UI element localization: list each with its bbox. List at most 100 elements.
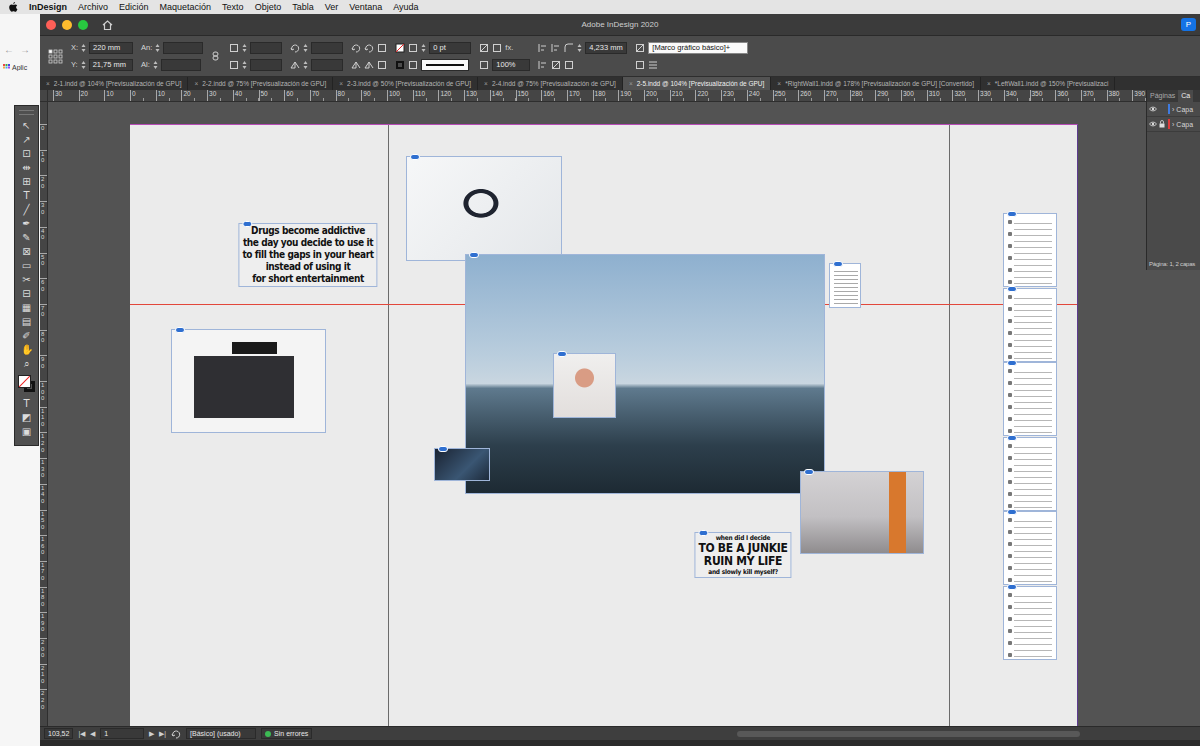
headphones-photo[interactable] <box>406 156 562 261</box>
screenshot-photo[interactable] <box>1003 288 1057 362</box>
rotate-field[interactable] <box>311 42 343 54</box>
tool-button[interactable]: ⊞ <box>18 175 36 189</box>
menu-item[interactable]: Objeto <box>255 2 282 12</box>
menu-item[interactable]: Ventana <box>349 2 382 12</box>
tool-button[interactable]: ↖ <box>18 119 36 133</box>
stroke-icon[interactable] <box>395 60 405 70</box>
expand-toggle[interactable]: › <box>1172 106 1174 113</box>
sea-photo[interactable] <box>465 254 825 494</box>
zoom-button[interactable] <box>78 20 88 30</box>
select-container-icon[interactable] <box>377 60 387 70</box>
align-right-icon[interactable] <box>538 60 548 70</box>
close-button[interactable] <box>46 20 56 30</box>
page-field[interactable]: 1 <box>100 728 144 739</box>
spinner-icon[interactable] <box>81 60 86 70</box>
open-page-icon[interactable] <box>171 729 181 739</box>
document-tab[interactable]: ×*RightWall1.indd @ 178% [Previsualizaci… <box>771 77 981 90</box>
tool-button[interactable]: ▤ <box>18 315 36 329</box>
tool-button[interactable]: ▣ <box>18 425 36 439</box>
close-tab-button[interactable]: × <box>987 77 991 90</box>
spinner-icon[interactable] <box>303 43 308 53</box>
panel-grip[interactable] <box>19 110 34 115</box>
close-tab-button[interactable]: × <box>46 77 50 90</box>
zoom-field[interactable]: 103,52 <box>44 728 73 739</box>
menu-item[interactable]: Maquetación <box>160 2 212 12</box>
x-field[interactable]: 220 mm <box>89 42 133 54</box>
center-icon[interactable] <box>564 60 574 70</box>
effects-icon[interactable] <box>492 43 502 53</box>
spinner-icon[interactable] <box>153 60 158 70</box>
room-photo[interactable] <box>800 471 924 554</box>
horizontal-ruler[interactable]: 3020100102030405060708090100110120130140… <box>40 90 1200 102</box>
menu-item[interactable]: Archivo <box>78 2 108 12</box>
tool-button[interactable]: ↗ <box>18 133 36 147</box>
layer-row[interactable]: ›Capa <box>1147 117 1200 132</box>
close-tab-button[interactable]: × <box>777 77 781 90</box>
y-field[interactable]: 21,75 mm <box>89 59 133 71</box>
document-tab[interactable]: ×2-4.indd @ 75% [Previsualización de GPU… <box>478 77 623 90</box>
page-spread[interactable]: Drugs become addictivethe day you decide… <box>130 124 1078 726</box>
opacity-icon[interactable] <box>479 60 489 70</box>
scale-y-icon[interactable] <box>229 60 239 70</box>
tool-button[interactable]: ⇹ <box>18 161 36 175</box>
menu-item[interactable]: Edición <box>119 2 149 12</box>
panel-tab[interactable]: Ca <box>1178 90 1193 102</box>
document-tab[interactable]: ×2-2.indd @ 75% [Previsualización de GPU… <box>188 77 333 90</box>
next-page-button[interactable]: ▶ <box>149 730 154 738</box>
layer-row[interactable]: ›Capa <box>1147 102 1200 117</box>
horizontal-scrollbar[interactable] <box>737 731 1080 737</box>
flip-h-icon[interactable] <box>351 60 361 70</box>
tool-button[interactable]: ▦ <box>18 301 36 315</box>
scale-y-field[interactable] <box>250 59 282 71</box>
height-field[interactable] <box>161 59 201 71</box>
ruler-origin[interactable] <box>40 90 48 102</box>
close-tab-button[interactable]: × <box>629 77 633 90</box>
eye-icon[interactable] <box>1149 106 1157 112</box>
spinner-icon[interactable] <box>81 43 86 53</box>
shear-icon[interactable] <box>290 60 300 70</box>
align-center-icon[interactable] <box>551 43 561 53</box>
tool-button[interactable]: ✒ <box>18 217 36 231</box>
tool-button[interactable]: T <box>18 397 36 411</box>
reference-point-icon[interactable] <box>48 49 63 64</box>
bookmark[interactable]: Aplic <box>0 64 40 71</box>
back-button[interactable]: ← <box>4 44 14 56</box>
document-tab[interactable]: ×2-1.indd @ 104% [Previsualización de GP… <box>40 77 188 90</box>
screenshot-photo[interactable] <box>1003 213 1057 287</box>
tool-button[interactable]: ◩ <box>18 411 36 425</box>
tool-button[interactable]: T <box>18 189 36 203</box>
close-tab-button[interactable]: × <box>339 77 343 90</box>
vertical-ruler[interactable]: 0102030405060708090100110120130140150160… <box>40 102 48 726</box>
tool-button[interactable]: ⊟ <box>18 287 36 301</box>
close-tab-button[interactable]: × <box>194 77 198 90</box>
screenshot-photo[interactable] <box>1003 437 1057 511</box>
lock-toggle[interactable] <box>1159 120 1166 128</box>
tool-button[interactable]: ⌕ <box>18 357 36 371</box>
spinner-icon[interactable] <box>242 43 247 53</box>
spinner-icon[interactable] <box>155 43 160 53</box>
type-path-icon[interactable] <box>377 43 387 53</box>
fill-icon[interactable] <box>395 43 405 53</box>
apple-icon[interactable] <box>9 2 18 13</box>
first-page-button[interactable]: |◀ <box>78 730 85 738</box>
tool-button[interactable]: ⊡ <box>18 147 36 161</box>
clear-overrides-icon[interactable] <box>635 60 645 70</box>
menu-item[interactable]: Tabla <box>292 2 314 12</box>
document-tab[interactable]: ×2-3.indd @ 50% [Previsualización de GPU… <box>333 77 478 90</box>
fit-icon[interactable] <box>551 60 561 70</box>
panel-tab[interactable]: Páginas <box>1147 90 1178 102</box>
wallet-photo[interactable] <box>171 329 326 433</box>
spinner-icon[interactable] <box>242 60 247 70</box>
portrait-photo[interactable] <box>553 353 616 418</box>
master-field[interactable]: [Básico] (usado) <box>186 728 256 739</box>
object-style-dropdown[interactable]: [Marco gráfico básico]+ <box>648 42 748 54</box>
pasteboard[interactable]: Drugs become addictivethe day you decide… <box>48 102 1200 726</box>
minimize-button[interactable] <box>62 20 72 30</box>
tool-button[interactable]: ✎ <box>18 231 36 245</box>
scale-x-icon[interactable] <box>229 43 239 53</box>
screenshot-photo[interactable] <box>1003 586 1057 660</box>
corner-icon[interactable] <box>564 43 574 53</box>
menu-item[interactable]: Ayuda <box>393 2 418 12</box>
last-page-button[interactable]: ▶| <box>159 730 166 738</box>
spinner-icon[interactable] <box>577 43 582 53</box>
